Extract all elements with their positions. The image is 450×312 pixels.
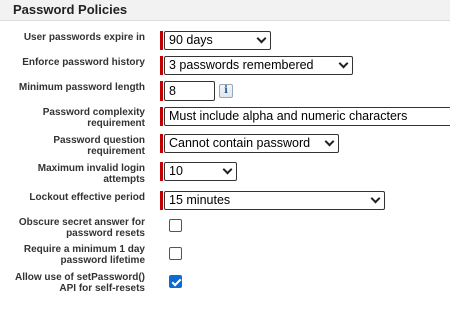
section-title: Password Policies bbox=[13, 2, 128, 17]
history-select-value: 3 passwords remembered bbox=[169, 58, 314, 72]
complexity-select[interactable]: Must include alpha and numeric character… bbox=[164, 107, 450, 126]
complexity-label: Password complexity requirement bbox=[42, 107, 145, 129]
required-indicator bbox=[160, 162, 163, 181]
chevron-down-icon bbox=[338, 58, 349, 69]
question-select-value: Cannot contain password bbox=[169, 136, 311, 150]
min-length-label: Minimum password length bbox=[18, 82, 145, 93]
section-header: Password Policies bbox=[0, 0, 450, 21]
chevron-down-icon bbox=[324, 136, 335, 147]
max-attempts-label: Maximum invalid login attempts bbox=[37, 163, 145, 185]
expire-select-value: 90 days bbox=[169, 33, 213, 47]
required-indicator bbox=[160, 107, 163, 126]
setpassword-checkbox[interactable] bbox=[169, 275, 182, 288]
required-indicator bbox=[160, 56, 163, 75]
max-attempts-select[interactable]: 10 bbox=[164, 162, 237, 181]
min-length-input[interactable]: 8 bbox=[164, 81, 215, 101]
question-label: Password question requirement bbox=[53, 135, 145, 157]
info-icon[interactable]: i bbox=[219, 84, 233, 98]
question-select[interactable]: Cannot contain password bbox=[164, 134, 339, 153]
min-lifetime-label: Require a minimum 1 day password lifetim… bbox=[23, 244, 145, 266]
chevron-down-icon bbox=[222, 164, 233, 175]
lockout-select-value: 15 minutes bbox=[169, 193, 231, 207]
obscure-checkbox[interactable] bbox=[169, 219, 182, 232]
required-indicator bbox=[160, 191, 163, 210]
history-label: Enforce password history bbox=[22, 57, 145, 68]
chevron-down-icon bbox=[256, 33, 267, 44]
lockout-label: Lockout effective period bbox=[29, 192, 145, 203]
expire-select[interactable]: 90 days bbox=[164, 31, 271, 50]
obscure-label: Obscure secret answer for password reset… bbox=[18, 217, 145, 239]
lockout-select[interactable]: 15 minutes bbox=[164, 191, 385, 210]
min-lifetime-checkbox[interactable] bbox=[169, 247, 182, 260]
history-select[interactable]: 3 passwords remembered bbox=[164, 56, 353, 75]
chevron-down-icon bbox=[370, 193, 381, 204]
setpassword-label: Allow use of setPassword() API for self-… bbox=[14, 272, 145, 294]
expire-label: User passwords expire in bbox=[23, 32, 145, 43]
required-indicator bbox=[160, 31, 163, 50]
required-indicator bbox=[160, 134, 163, 153]
complexity-select-value: Must include alpha and numeric character… bbox=[169, 109, 408, 123]
max-attempts-select-value: 10 bbox=[169, 164, 183, 178]
required-indicator bbox=[160, 81, 163, 101]
